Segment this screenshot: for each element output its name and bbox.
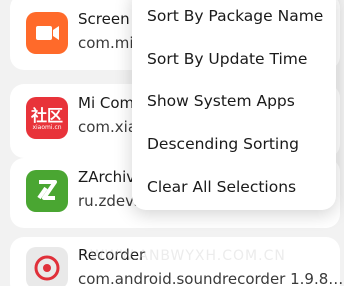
menu-item-show-system-apps[interactable]: Show System Apps (147, 92, 295, 110)
menu-item-descending-sorting[interactable]: Descending Sorting (147, 135, 299, 153)
sort-options-menu: Sort By Package Name Sort By Update Time… (132, 0, 336, 210)
zarchiver-icon (26, 170, 68, 212)
mi-community-icon: 社区 xiaomi.cn (26, 97, 68, 139)
community-icon-text: 社区 (30, 106, 63, 125)
community-icon-subtext: xiaomi.cn (32, 124, 62, 131)
menu-item-clear-all-selections[interactable]: Clear All Selections (147, 178, 296, 196)
video-camera-icon (26, 12, 68, 54)
watermark: WWW.ANBWYXH.COM.CN (90, 248, 286, 264)
recorder-icon (26, 247, 68, 286)
app-package: com.android.soundrecorder 1.9.8… (78, 270, 344, 286)
menu-item-sort-by-update-time[interactable]: Sort By Update Time (147, 50, 307, 68)
menu-item-sort-by-package-name[interactable]: Sort By Package Name (147, 7, 323, 25)
app-list-screen: Screen R com.miu 社区 xiaomi.cn Mi Comm co… (0, 0, 344, 286)
app-package: com.xia (78, 118, 138, 136)
